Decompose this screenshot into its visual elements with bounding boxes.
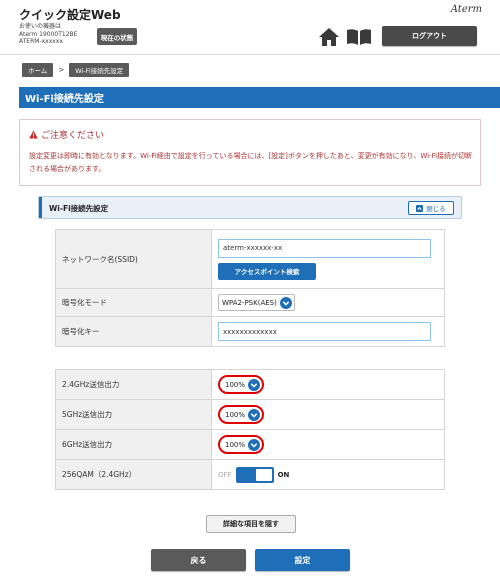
encryption-row: 暗号化モード WPA2-PSK(AES): [55, 288, 445, 317]
power-6-value: 100%: [225, 440, 246, 449]
breadcrumb-current: Wi-Fi接続先設定: [69, 63, 130, 77]
app-title: クイック設定Web: [19, 8, 121, 22]
logout-button[interactable]: ログアウト: [382, 26, 477, 46]
chevron-down-icon: [248, 378, 261, 391]
qam-toggle-group: OFF ON: [218, 466, 444, 483]
home-icon[interactable]: [318, 27, 340, 47]
qam-toggle-switch[interactable]: [235, 466, 274, 483]
section-header: Wi-Fi接続先設定 閉じる: [38, 196, 462, 219]
power-5-label: 5GHz送信出力: [55, 399, 212, 430]
power-6-select[interactable]: 100%: [218, 435, 265, 454]
book-icon[interactable]: [346, 28, 372, 46]
key-input[interactable]: xxxxxxxxxxxxx: [218, 322, 431, 341]
notice-body: 設定変更は即時に有効となります。Wi-Fi経由で設定を行っている場合には、[設定…: [29, 152, 473, 173]
breadcrumb-separator: >: [58, 66, 65, 74]
hide-details-button[interactable]: 詳細な項目を隠す: [206, 515, 296, 533]
power-24-value: 100%: [225, 380, 246, 389]
device-info: お使いの機器は Aterm 19000T12BE ATERM-xxxxxx: [19, 23, 77, 46]
key-cell: xxxxxxxxxxxxx: [211, 316, 445, 347]
power-5-row: 5GHz送信出力 100%: [55, 399, 445, 430]
encryption-select[interactable]: WPA2-PSK(AES): [218, 294, 295, 311]
device-label: お使いの機器は: [19, 23, 62, 30]
power-6-row: 6GHz送信出力 100%: [55, 429, 445, 460]
notice-title: ご注意ください: [41, 131, 105, 141]
key-label: 暗号化キー: [55, 316, 212, 347]
back-button[interactable]: 戻る: [151, 549, 246, 571]
power-24-label: 2.4GHz送信出力: [55, 369, 212, 400]
breadcrumb-home[interactable]: ホーム: [22, 63, 54, 77]
notice-header: ご注意ください: [29, 128, 104, 141]
power-24-cell: 100%: [211, 369, 445, 400]
qam-cell: OFF ON: [211, 459, 445, 490]
power-6-cell: 100%: [211, 429, 445, 460]
ssid-cell: aterm-xxxxxx-xx アクセスポイント検索: [211, 229, 445, 289]
close-section-label: 閉じる: [426, 205, 446, 213]
close-section-button[interactable]: 閉じる: [408, 201, 454, 215]
brand-logo: Aterm: [450, 4, 482, 15]
qam-off-label: OFF: [218, 470, 232, 479]
qam-on-label: ON: [277, 470, 290, 479]
device-model: Aterm 19000T12BE: [19, 30, 78, 38]
qam-toggle-knob[interactable]: [255, 468, 272, 481]
power-24-row: 2.4GHz送信出力 100%: [55, 369, 445, 400]
key-row: 暗号化キー xxxxxxxxxxxxx: [55, 316, 445, 347]
page-title: Wi-Fi接続先設定: [19, 87, 500, 108]
encryption-value: WPA2-PSK(AES): [222, 298, 277, 307]
power-6-label: 6GHz送信出力: [55, 429, 212, 460]
breadcrumb: ホーム > Wi-Fi接続先設定: [22, 63, 130, 77]
qam-label: 256QAM（2.4GHz）: [55, 459, 212, 490]
qam-row: 256QAM（2.4GHz） OFF ON: [55, 459, 445, 490]
chevron-down-icon: [248, 438, 261, 451]
ap-search-button[interactable]: アクセスポイント検索: [218, 262, 316, 280]
warning-icon: [29, 130, 38, 139]
power-5-value: 100%: [225, 410, 246, 419]
ssid-row: ネットワーク名(SSID) aterm-xxxxxx-xx アクセスポイント検索: [55, 229, 445, 289]
power-5-cell: 100%: [211, 399, 445, 430]
chevron-up-icon: [416, 204, 424, 212]
basic-settings-table: ネットワーク名(SSID) aterm-xxxxxx-xx アクセスポイント検索…: [55, 229, 445, 347]
ssid-label: ネットワーク名(SSID): [55, 229, 212, 289]
chevron-down-icon: [279, 296, 292, 309]
device-id: ATERM-xxxxxx: [19, 38, 63, 45]
section-title: Wi-Fi接続先設定: [49, 204, 109, 213]
notice-box: ご注意ください 設定変更は即時に有効となります。Wi-Fi経由で設定を行っている…: [19, 119, 481, 186]
chevron-down-icon: [248, 408, 261, 421]
current-status-button[interactable]: 現在の状態: [97, 28, 137, 45]
ssid-input[interactable]: aterm-xxxxxx-xx: [218, 238, 431, 258]
encryption-label: 暗号化モード: [55, 288, 212, 317]
header: クイック設定Web お使いの機器は Aterm 19000T12BE ATERM…: [0, 0, 500, 55]
encryption-cell: WPA2-PSK(AES): [211, 288, 445, 317]
power-24-select[interactable]: 100%: [218, 375, 265, 394]
power-5-select[interactable]: 100%: [218, 405, 265, 424]
power-settings-table: 2.4GHz送信出力 100% 5GHz送信出力 100% 6GHz送信出力 1…: [55, 369, 445, 490]
apply-button[interactable]: 設定: [255, 549, 350, 571]
